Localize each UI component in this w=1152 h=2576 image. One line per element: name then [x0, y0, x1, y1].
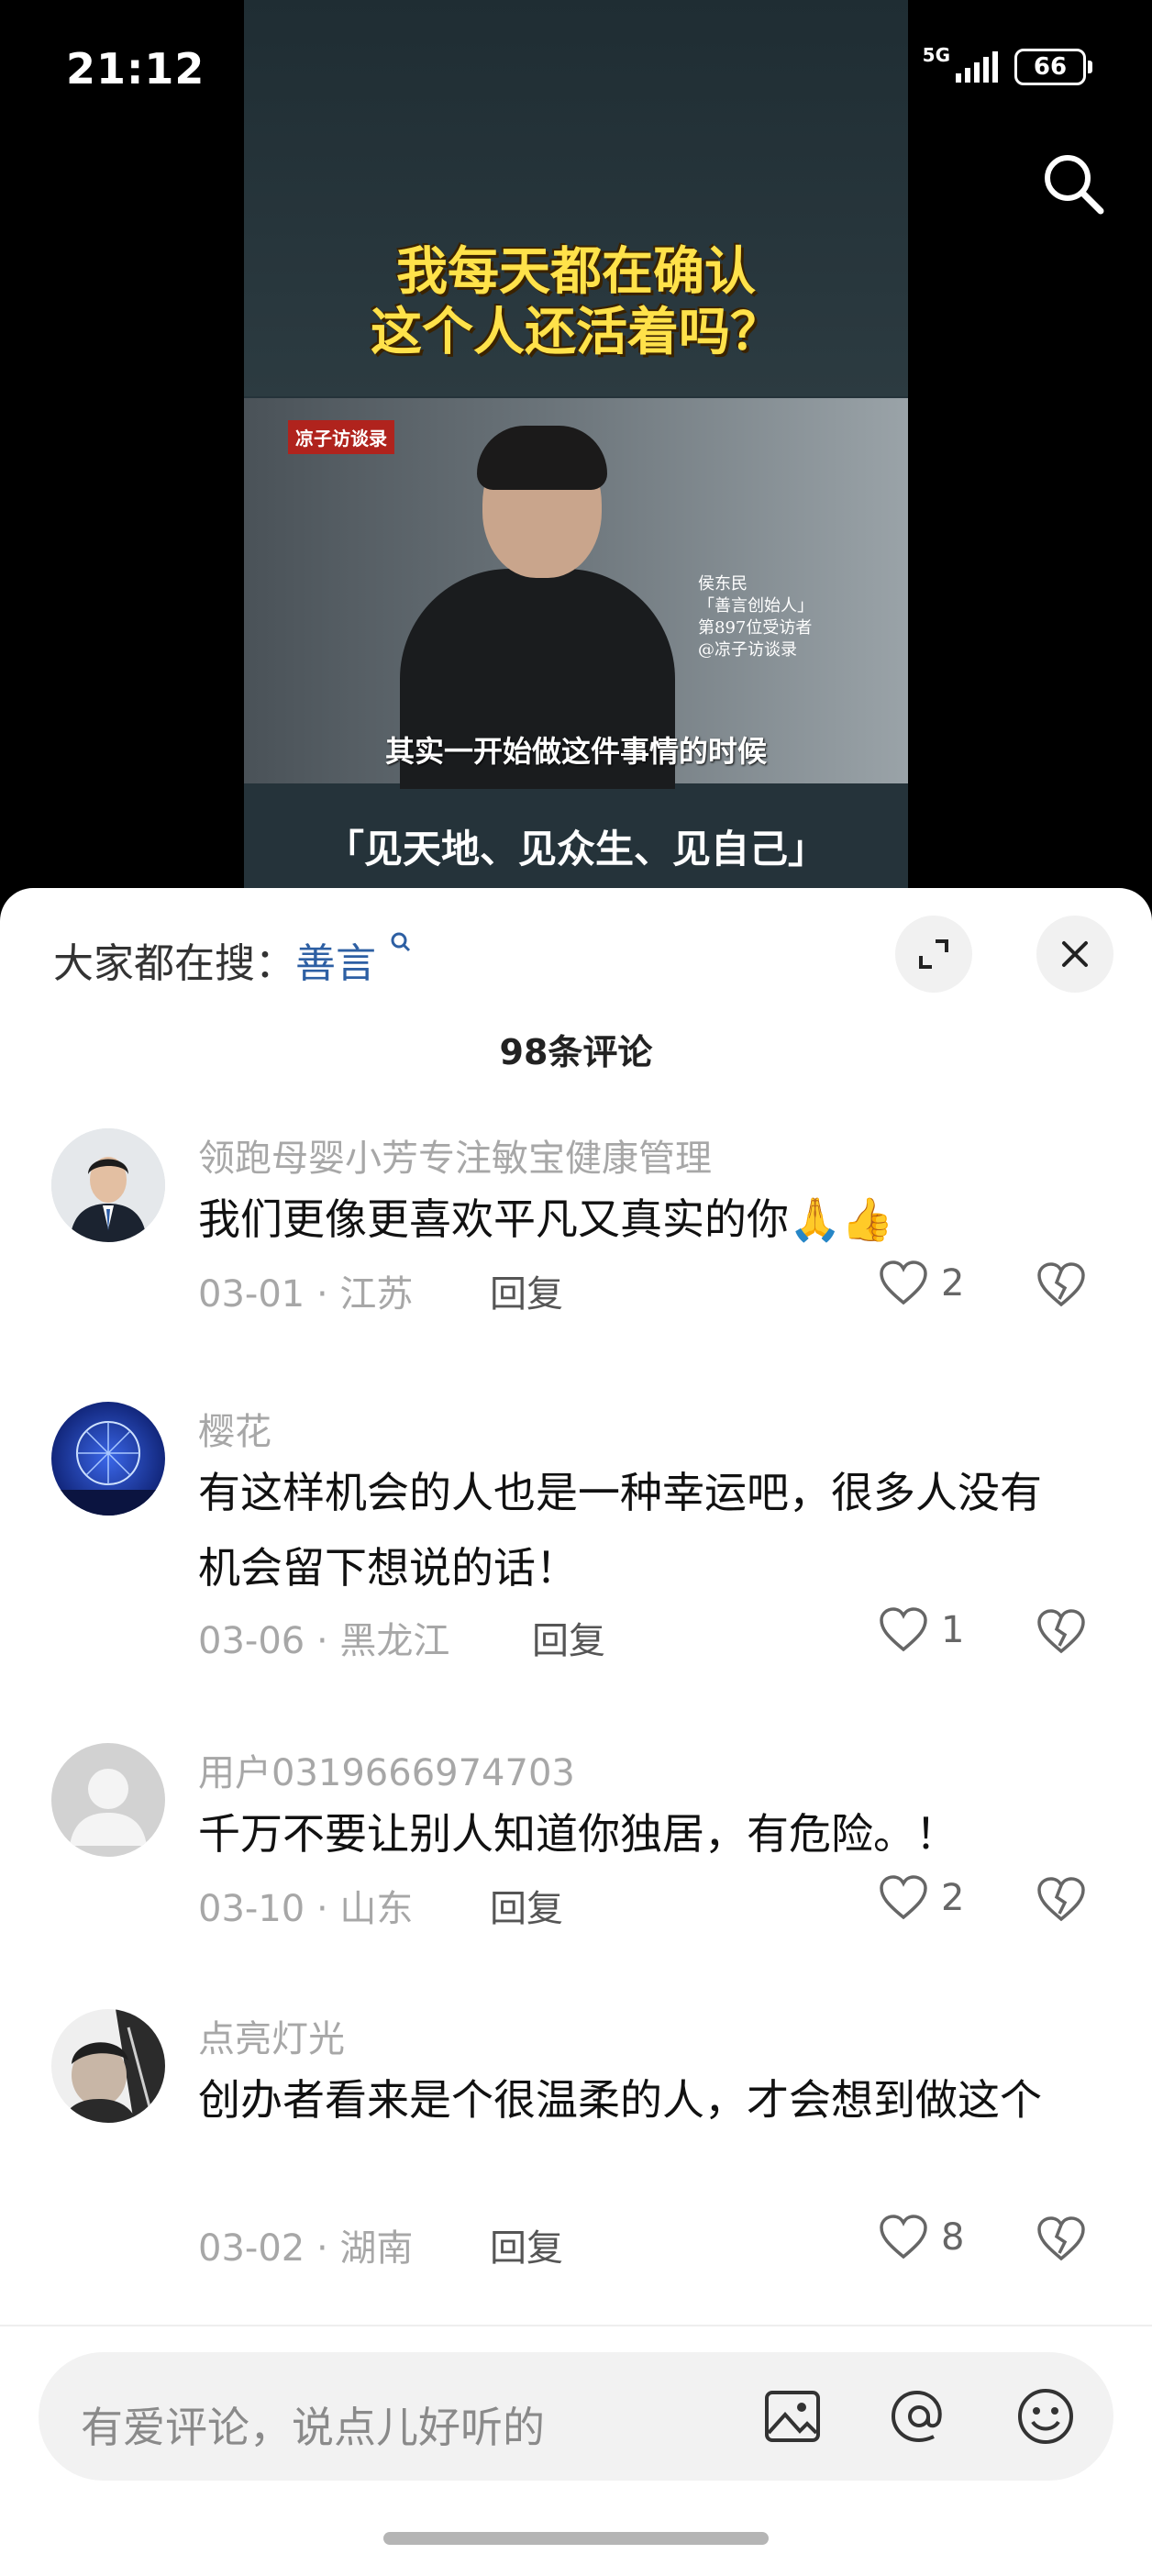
at-icon [891, 2390, 942, 2443]
broken-heart-icon [1037, 1877, 1085, 1922]
comment-date-location: 03-10 · 山东 [198, 1888, 414, 1930]
reply-button[interactable]: 回复 [532, 1611, 605, 1664]
heart-icon [880, 1607, 927, 1652]
comment-input-bar[interactable]: 有爱评论，说点儿好听的 [39, 2352, 1113, 2481]
brand-logo: 凉子访谈录 [288, 420, 394, 454]
battery-indicator: 66 [1014, 49, 1092, 85]
hot-search-label: 大家都在搜： [53, 940, 295, 987]
comment-username[interactable]: 用户0319666974703 [198, 1743, 575, 1796]
avatar[interactable] [51, 1743, 165, 1857]
like-count: 2 [941, 1877, 965, 1919]
broken-heart-icon [1037, 1262, 1085, 1307]
hot-search[interactable]: 大家都在搜：善言 [53, 930, 413, 989]
heart-icon [880, 1260, 927, 1305]
reply-button[interactable]: 回复 [490, 1879, 563, 1932]
like-count: 8 [941, 2216, 965, 2259]
like-button[interactable]: 2 [879, 1260, 964, 1306]
mention-button[interactable] [886, 2383, 952, 2449]
heart-icon [880, 2215, 927, 2260]
comment-date-location: 03-01 · 江苏 [198, 1273, 414, 1316]
comment-text: 千万不要让别人知道你独居，有危险。！ [198, 1809, 958, 1859]
video-player[interactable]: 我每天都在确认 这个人还活着吗？ 凉子访谈录 侯东民 「善言创始人」 第897位… [244, 0, 908, 899]
avatar[interactable] [51, 2009, 165, 2123]
comment-sheet: 大家都在搜：善言 98条评论 领跑母婴小芳专注敏宝健康管理 我们更像更喜欢平凡又… [0, 888, 1152, 2576]
comment-username[interactable]: 樱花 [198, 1402, 271, 1455]
emoji-button[interactable] [1013, 2383, 1079, 2449]
image-button[interactable] [759, 2383, 825, 2449]
video-title-line1: 我每天都在确认 [396, 242, 756, 302]
like-button[interactable]: 8 [879, 2215, 964, 2260]
signal-2: 5G [923, 44, 998, 83]
avatar[interactable] [51, 1128, 165, 1242]
video-subtitle: 其实一开始做这件事情的时候 [384, 734, 767, 769]
reply-button[interactable]: 回复 [490, 1264, 563, 1317]
interviewee-caption: 侯东民 「善言创始人」 第897位受访者 @凉子访谈录 [698, 574, 814, 660]
close-icon [1062, 941, 1088, 967]
dislike-button[interactable] [1036, 1877, 1086, 1926]
comment-date-location: 03-06 · 黑龙江 [198, 1620, 450, 1662]
status-time: 21:12 [66, 44, 205, 94]
reply-button[interactable]: 回复 [490, 2218, 563, 2271]
hot-search-keyword[interactable]: 善言 [295, 940, 376, 987]
search-button[interactable] [1035, 145, 1112, 222]
home-indicator[interactable] [383, 2532, 769, 2545]
comment-input-placeholder[interactable]: 有爱评论，说点儿好听的 [81, 2394, 545, 2455]
emoji-icon [1018, 2389, 1073, 2444]
interviewee-figure [382, 426, 693, 789]
like-count: 2 [941, 1262, 965, 1305]
video-title-line2: 这个人还活着吗？ [371, 303, 781, 362]
comment-text: 我们更像更喜欢平凡又真实的你🙏👍 [198, 1194, 894, 1244]
comment-username[interactable]: 点亮灯光 [198, 2009, 345, 2062]
comment-text: 创办者看来是个很温柔的人，才会想到做这个 [198, 2075, 1042, 2125]
search-icon [391, 932, 411, 952]
network-label-2: 5G [922, 44, 950, 66]
broken-heart-icon [1037, 2216, 1085, 2261]
close-button[interactable] [1036, 916, 1113, 993]
comment-date-location: 03-02 · 湖南 [198, 2227, 414, 2270]
broken-heart-icon [1037, 1609, 1085, 1654]
expand-button[interactable] [895, 916, 972, 993]
like-button[interactable]: 2 [879, 1875, 964, 1921]
dislike-button[interactable] [1036, 1262, 1086, 1312]
avatar[interactable] [51, 1402, 165, 1516]
comment-count: 98条评论 [499, 1032, 653, 1072]
dislike-button[interactable] [1036, 1609, 1086, 1659]
search-icon [1045, 155, 1104, 215]
signal-bars-icon [956, 51, 998, 83]
like-count: 1 [941, 1609, 965, 1651]
image-icon [765, 2391, 820, 2442]
like-button[interactable]: 1 [879, 1607, 964, 1653]
divider [0, 2325, 1152, 2326]
video-slogan: 「见天地、见众生、见自己」 [325, 827, 826, 872]
comment-username[interactable]: 领跑母婴小芳专注敏宝健康管理 [198, 1128, 712, 1182]
expand-icon [919, 939, 948, 969]
comment-text: 有这样机会的人也是一种幸运吧，很多人没有机会留下想说的话！ [198, 1468, 1042, 1593]
heart-icon [880, 1875, 927, 1920]
dislike-button[interactable] [1036, 2216, 1086, 2266]
